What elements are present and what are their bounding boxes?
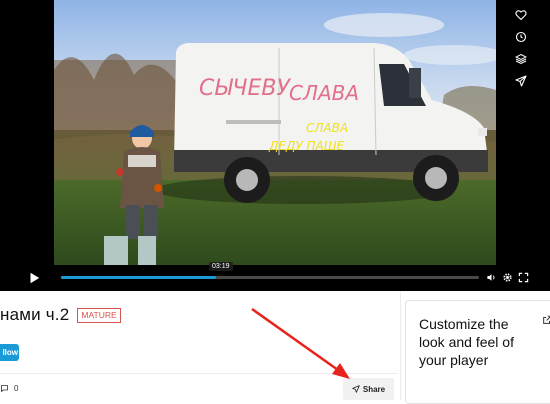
graffiti-text-2: СЛАВА [289,81,359,105]
share-label: Share [362,384,386,394]
share-button[interactable]: Share [343,378,394,400]
send-icon[interactable] [509,70,533,92]
external-link-icon[interactable] [542,315,550,325]
graffiti-text-3: СЛАВА [306,121,348,135]
follow-button[interactable]: llow [0,344,19,361]
graffiti-text-1: СЫЧЕВУ [199,76,291,101]
comment-count-value: 0 [14,384,19,393]
right-controls [485,271,529,283]
video-title: нами ч.2 [0,305,70,324]
send-icon [352,385,360,393]
layers-icon[interactable] [509,48,533,70]
volume-icon[interactable] [485,271,497,283]
comments-count[interactable]: 0 [0,384,18,393]
customize-player-card[interactable]: Customize the look and feel of your play… [405,300,550,404]
settings-icon[interactable] [501,271,513,283]
video-info: нами ч.2 MATURE llow 0 Share [0,291,400,400]
fullscreen-icon[interactable] [517,271,529,283]
mature-badge: MATURE [77,307,121,323]
player-controls: 03:19 [0,262,550,291]
heart-icon[interactable] [509,4,533,26]
divider [0,373,398,374]
graffiti-text-4: ДЕДУ ПАШЕ [268,139,345,153]
comment-icon [1,385,8,392]
video-frame[interactable]: СЫЧЕВУ СЛАВА СЛАВА ДЕДУ ПАШЕ [54,0,496,265]
title-row: нами ч.2 MATURE [0,305,121,325]
play-icon[interactable] [27,271,41,285]
video-player[interactable]: СЫЧЕВУ СЛАВА СЛАВА ДЕДУ ПАШЕ 03:19 [0,0,550,291]
time-tooltip: 03:19 [209,262,233,271]
promo-text: Customize the look and feel of your play… [419,316,514,368]
video-still: СЫЧЕВУ СЛАВА СЛАВА ДЕДУ ПАШЕ [54,0,496,265]
progress-bar[interactable] [61,276,479,279]
progress-fill [61,276,216,279]
side-actions [509,4,533,92]
vertical-divider [400,291,401,400]
clock-icon[interactable] [509,26,533,48]
